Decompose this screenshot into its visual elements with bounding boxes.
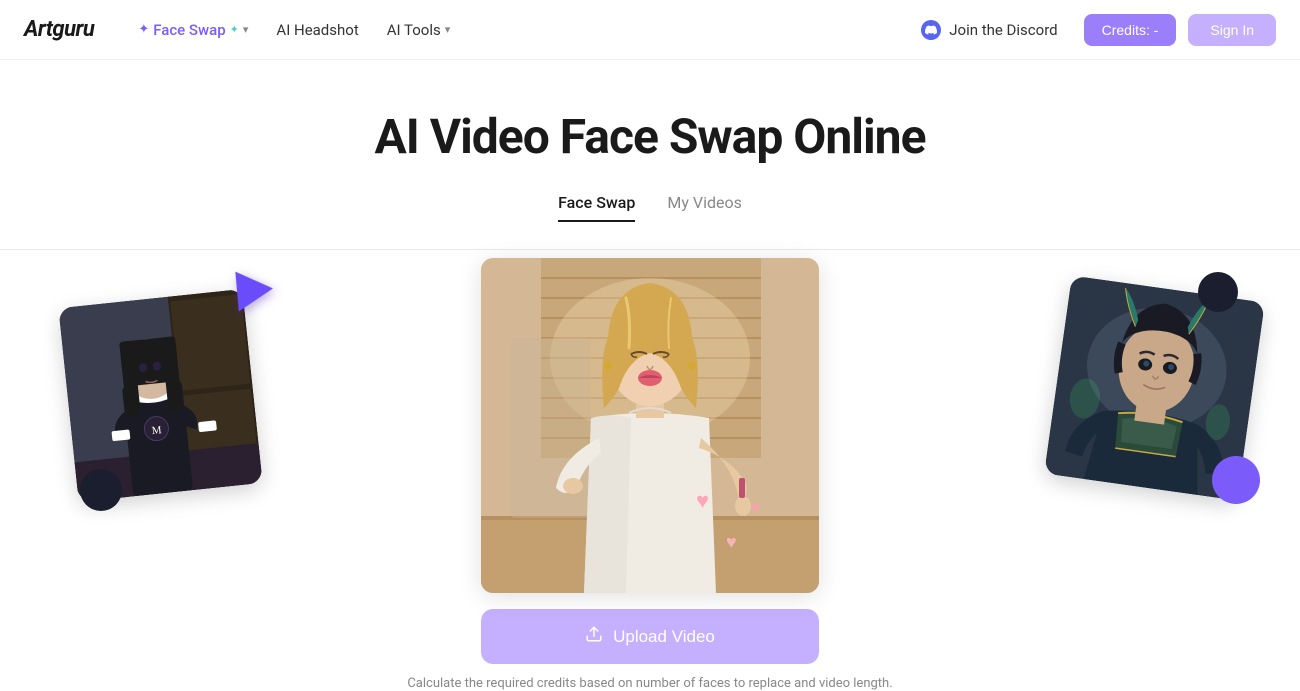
center-area: M <box>0 258 1300 691</box>
nav-aitools-label: AI Tools <box>387 21 441 39</box>
page-title: AI Video Face Swap Online <box>375 108 926 165</box>
main-content: AI Video Face Swap Online Face Swap My V… <box>0 60 1300 691</box>
tab-faceswap[interactable]: Face Swap <box>558 193 635 222</box>
wednesday-card: M <box>58 289 262 502</box>
sparkle-icon: ✦ <box>138 22 149 37</box>
purple-circle-bottom-right <box>1212 456 1260 504</box>
nav-right: Join the Discord Credits: - Sign In <box>907 14 1276 46</box>
signin-button[interactable]: Sign In <box>1188 14 1276 46</box>
credits-button[interactable]: Credits: - <box>1084 14 1177 46</box>
nav-links: ✦ Face Swap ✦ ▾ AI Headshot AI Tools ▾ <box>126 15 907 45</box>
upload-icon <box>585 625 603 648</box>
upload-video-button[interactable]: Upload Video <box>481 609 819 664</box>
discord-link[interactable]: Join the Discord <box>907 14 1071 46</box>
main-video-section: ♥ ♥ ♥ Upload Video <box>407 258 892 691</box>
svg-text:♥: ♥ <box>751 498 761 517</box>
nav-item-faceswap[interactable]: ✦ Face Swap ✦ ▾ <box>126 15 260 45</box>
upload-video-label: Upload Video <box>613 627 715 647</box>
brand-logo[interactable]: Artguru <box>24 17 94 42</box>
nav-headshot-label: AI Headshot <box>276 21 358 39</box>
discord-icon <box>921 20 941 40</box>
tab-myvideos[interactable]: My Videos <box>667 193 741 222</box>
upload-caption: Calculate the required credits based on … <box>407 676 892 691</box>
aitools-chevron-icon: ▾ <box>445 23 451 36</box>
discord-label: Join the Discord <box>949 21 1057 39</box>
tab-divider <box>0 249 1300 250</box>
upload-button-wrap: Upload Video <box>481 609 819 664</box>
nav-faceswap-label: Face Swap <box>153 21 225 39</box>
sparkle-right-icon: ✦ <box>230 23 239 36</box>
dark-circle-left <box>80 469 122 511</box>
nav-item-aitools[interactable]: AI Tools ▾ <box>375 15 463 45</box>
floating-left-card: M <box>68 298 253 493</box>
navbar: Artguru ✦ Face Swap ✦ ▾ AI Headshot AI T… <box>0 0 1300 60</box>
svg-text:♥: ♥ <box>696 489 709 514</box>
svg-text:M: M <box>151 424 162 437</box>
nav-item-headshot[interactable]: AI Headshot <box>264 15 370 45</box>
tabs-container: Face Swap My Videos <box>558 193 742 222</box>
svg-text:♥: ♥ <box>726 532 737 553</box>
woman-photo: ♥ ♥ ♥ <box>481 258 819 593</box>
main-video-frame: ♥ ♥ ♥ <box>481 258 819 593</box>
dark-circle-right-top <box>1198 272 1238 312</box>
chevron-down-icon: ▾ <box>243 23 249 36</box>
floating-right-card <box>1057 288 1252 488</box>
wednesday-photo: M <box>58 289 262 502</box>
